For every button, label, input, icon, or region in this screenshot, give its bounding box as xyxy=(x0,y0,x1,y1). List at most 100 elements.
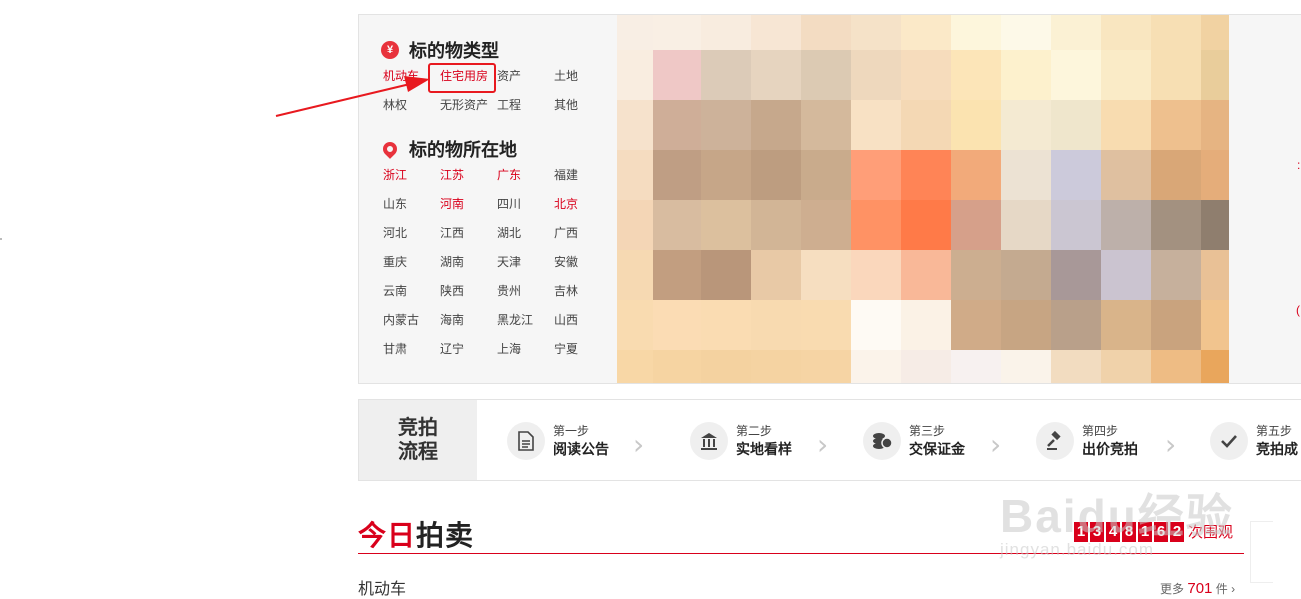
mosaic-cell xyxy=(851,300,901,350)
document-icon xyxy=(507,422,545,460)
mosaic-cell xyxy=(653,100,701,150)
mosaic-cell xyxy=(751,150,801,200)
type-link[interactable]: 工程 xyxy=(497,91,554,120)
mosaic-cell xyxy=(1001,100,1051,150)
mosaic-cell xyxy=(653,250,701,300)
type-link[interactable]: 其他 xyxy=(554,91,611,120)
mosaic-cell xyxy=(701,150,751,200)
mosaic-cell xyxy=(1051,50,1101,100)
mosaic-cell xyxy=(751,15,801,50)
region-link[interactable]: 云南 xyxy=(383,277,440,306)
left-edge-dot xyxy=(0,238,2,240)
mosaic-cell xyxy=(617,100,653,150)
region-link[interactable]: 福建 xyxy=(554,161,611,190)
yuan-icon: ¥ xyxy=(381,41,399,59)
banner-image-pixelated[interactable] xyxy=(617,15,1279,383)
region-link[interactable]: 江苏 xyxy=(440,161,497,190)
region-link[interactable]: 天津 xyxy=(497,248,554,277)
mosaic-cell xyxy=(851,150,901,200)
mosaic-cell xyxy=(1151,15,1201,50)
region-link[interactable]: 辽宁 xyxy=(440,335,497,364)
mosaic-cell xyxy=(701,250,751,300)
region-link[interactable]: 甘肃 xyxy=(383,335,440,364)
step-5[interactable]: 第五步 竞拍成 xyxy=(1210,422,1298,460)
region-link[interactable]: 陕西 xyxy=(440,277,497,306)
mosaic-cell xyxy=(1051,150,1101,200)
mosaic-cell xyxy=(1101,300,1151,350)
mosaic-cell xyxy=(901,15,951,50)
mosaic-cell xyxy=(701,15,751,50)
mosaic-cell xyxy=(901,350,951,383)
check-icon xyxy=(1210,422,1248,460)
region-link[interactable]: 湖北 xyxy=(497,219,554,248)
mosaic-cell xyxy=(1101,150,1151,200)
region-link[interactable]: 山东 xyxy=(383,190,440,219)
region-link[interactable]: 四川 xyxy=(497,190,554,219)
region-link[interactable]: 上海 xyxy=(497,335,554,364)
mosaic-cell xyxy=(1101,250,1151,300)
mosaic-cell xyxy=(751,200,801,250)
category-heading: 机动车 xyxy=(358,581,407,598)
mosaic-cell xyxy=(1051,350,1101,383)
mosaic-cell xyxy=(751,250,801,300)
counter-digit: 8 xyxy=(1122,521,1136,542)
chevron-right-icon: › xyxy=(817,428,829,461)
edge-fragment: : xyxy=(1297,158,1301,172)
mosaic-cell xyxy=(1051,200,1101,250)
mosaic-cell xyxy=(1151,50,1201,100)
mosaic-cell xyxy=(1101,100,1151,150)
step-3[interactable]: 第三步 交保证金 xyxy=(863,422,965,460)
region-link[interactable]: 黑龙江 xyxy=(497,306,554,335)
region-link[interactable]: 北京 xyxy=(554,190,611,219)
mosaic-cell xyxy=(951,350,1001,383)
mosaic-cell xyxy=(1001,50,1051,100)
step-1[interactable]: 第一步 阅读公告 xyxy=(507,422,609,460)
mosaic-cell xyxy=(851,50,901,100)
type-grid: 机动车 住宅用房 资产 土地 林权 无形资产 工程 其他 xyxy=(383,62,611,120)
step-2[interactable]: 第二步 实地看样 xyxy=(690,422,792,460)
mosaic-cell xyxy=(801,50,851,100)
type-link[interactable]: 林权 xyxy=(383,91,440,120)
mosaic-cell xyxy=(1201,150,1229,200)
region-link[interactable]: 河北 xyxy=(383,219,440,248)
region-link[interactable]: 山西 xyxy=(554,306,611,335)
region-link[interactable]: 宁夏 xyxy=(554,335,611,364)
type-link[interactable]: 无形资产 xyxy=(440,91,497,120)
mosaic-cell xyxy=(1201,50,1229,100)
type-link[interactable]: 土地 xyxy=(554,62,611,91)
mosaic-cell xyxy=(1151,300,1201,350)
mosaic-cell xyxy=(1001,250,1051,300)
mosaic-cell xyxy=(801,200,851,250)
mosaic-cell xyxy=(951,300,1001,350)
auction-process: 竞拍 流程 第一步 阅读公告 › 第二步 实地看样 › 第三步 交保证金 › 第四步出… xyxy=(358,399,1301,481)
mosaic-cell xyxy=(1201,100,1229,150)
region-link[interactable]: 重庆 xyxy=(383,248,440,277)
region-link[interactable]: 河南 xyxy=(440,190,497,219)
region-link[interactable]: 广西 xyxy=(554,219,611,248)
mosaic-cell xyxy=(1201,350,1229,383)
region-link[interactable]: 贵州 xyxy=(497,277,554,306)
region-link[interactable]: 安徽 xyxy=(554,248,611,277)
mosaic-cell xyxy=(1151,250,1201,300)
type-section-header: ¥ 标的物类型 xyxy=(381,37,499,63)
region-link[interactable]: 广东 xyxy=(497,161,554,190)
mosaic-cell xyxy=(617,350,653,383)
region-link[interactable]: 内蒙古 xyxy=(383,306,440,335)
side-panel-edge xyxy=(1250,521,1273,583)
mosaic-cell xyxy=(617,250,653,300)
mosaic-cell xyxy=(901,200,951,250)
mosaic-cell xyxy=(801,15,851,50)
region-link[interactable]: 湖南 xyxy=(440,248,497,277)
region-link[interactable]: 江西 xyxy=(440,219,497,248)
mosaic-cell xyxy=(1051,300,1101,350)
mosaic-cell xyxy=(851,15,901,50)
mosaic-cell xyxy=(801,250,851,300)
mosaic-cell xyxy=(701,100,751,150)
region-link[interactable]: 海南 xyxy=(440,306,497,335)
region-link[interactable]: 浙江 xyxy=(383,161,440,190)
counter-digit: 4 xyxy=(1106,521,1120,542)
mosaic-cell xyxy=(701,350,751,383)
type-link[interactable]: 资产 xyxy=(497,62,554,91)
step-4[interactable]: 第四步 出价竞拍 xyxy=(1036,422,1138,460)
region-link[interactable]: 吉林 xyxy=(554,277,611,306)
